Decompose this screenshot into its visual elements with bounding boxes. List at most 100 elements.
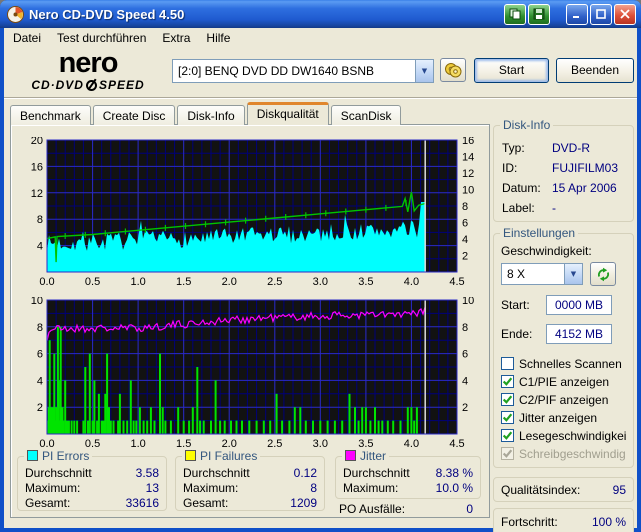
nero-logo: nero CD·DVD SPEED bbox=[12, 47, 164, 92]
end-mb-input[interactable]: 4152 MB bbox=[546, 324, 612, 344]
minimize-button[interactable] bbox=[566, 3, 588, 25]
po-failures-row: PO Ausfälle: 0 bbox=[335, 502, 481, 516]
pi-errors-chart: 481216202468101214160.0 0.5 1.0 1.5 2.0 2.5 3.… bbox=[31, 137, 475, 288]
quality-index-label: Qualitätsindex: bbox=[501, 482, 581, 497]
svg-text:16: 16 bbox=[31, 161, 43, 173]
save-button[interactable] bbox=[528, 3, 550, 25]
checkbox-box[interactable] bbox=[501, 393, 514, 406]
jitter-label: Durchschnitt bbox=[343, 466, 410, 480]
svg-text:3.5: 3.5 bbox=[358, 276, 373, 288]
jitter-row: Maximum: 10.0 % bbox=[343, 481, 473, 495]
refresh-icon bbox=[597, 267, 609, 281]
check-icon bbox=[502, 377, 513, 386]
svg-text:4: 4 bbox=[462, 375, 468, 387]
disk-info-label: ID: bbox=[502, 161, 518, 175]
checkbox-jitter-anzeigen[interactable]: Jitter anzeigen bbox=[501, 410, 626, 425]
close-button[interactable] bbox=[614, 3, 636, 25]
copy-button[interactable] bbox=[504, 3, 526, 25]
svg-text:6: 6 bbox=[462, 349, 468, 361]
checkbox-schnelles-scannen[interactable]: Schnelles Scannen bbox=[501, 356, 626, 371]
po-failures-label: PO Ausfälle: bbox=[339, 502, 406, 516]
checkbox-label: Lesegeschwindigkeit a bbox=[519, 428, 626, 443]
disk-info-row: Datum: 15 Apr 2006 bbox=[502, 178, 625, 198]
tab-disk-info[interactable]: Disk-Info bbox=[177, 105, 245, 125]
end-mb-label: Ende: bbox=[501, 327, 533, 341]
maximize-icon bbox=[596, 9, 606, 19]
svg-text:1.0: 1.0 bbox=[130, 276, 145, 288]
svg-text:4: 4 bbox=[37, 375, 43, 387]
menu-item-hilfe[interactable]: Hilfe bbox=[206, 31, 230, 45]
svg-text:0.5: 0.5 bbox=[85, 276, 100, 288]
po-failures-value: 0 bbox=[466, 502, 473, 516]
speed-select[interactable]: 8 X ▼ bbox=[501, 263, 583, 285]
pi-errors-value: 13 bbox=[145, 481, 159, 495]
svg-text:16: 16 bbox=[462, 137, 474, 147]
disc-options-button[interactable] bbox=[440, 58, 466, 82]
tab-diskqualit-t[interactable]: Diskqualität bbox=[246, 102, 329, 125]
checkbox-c1-pie-anzeigen[interactable]: C1/PIE anzeigen bbox=[501, 374, 626, 389]
svg-text:6: 6 bbox=[462, 218, 468, 230]
start-button[interactable]: Start bbox=[474, 58, 549, 83]
svg-text:8: 8 bbox=[37, 322, 43, 334]
disk-info-value: FUJIFILM03 bbox=[552, 161, 619, 175]
checkbox-label: Schreibgeschwindigkei bbox=[519, 446, 626, 461]
pi-failures-row: Gesamt: 1209 bbox=[183, 496, 317, 510]
progress-value: 100 % bbox=[591, 515, 626, 529]
pi-failures-label: Gesamt: bbox=[183, 496, 229, 510]
pi-errors-row: Durchschnitt 3.58 bbox=[25, 466, 159, 480]
svg-text:10: 10 bbox=[462, 185, 474, 197]
pi-failures-value: 0.12 bbox=[293, 466, 317, 480]
checkbox-label: C2/PIF anzeigen bbox=[519, 392, 609, 407]
menu-item-datei[interactable]: Datei bbox=[13, 31, 41, 45]
chevron-down-icon[interactable]: ▼ bbox=[415, 60, 433, 82]
logo-sub-right: SPEED bbox=[98, 78, 145, 92]
pi-failures-row: Durchschnitt 0.12 bbox=[183, 466, 317, 480]
pi-errors-value: 33616 bbox=[125, 496, 159, 510]
tab-scandisk[interactable]: ScanDisk bbox=[330, 105, 402, 125]
svg-text:3.0: 3.0 bbox=[313, 438, 328, 450]
quit-button[interactable]: Beenden bbox=[556, 58, 634, 83]
logo-text: nero bbox=[58, 47, 119, 79]
svg-text:4: 4 bbox=[462, 234, 468, 246]
pi-failures-panel: PI Failures Durchschnitt 0.12 Maximum: 8 Ges… bbox=[175, 449, 325, 511]
svg-text:4.5: 4.5 bbox=[449, 276, 464, 288]
quality-index-panel: Qualitätsindex: 95 bbox=[493, 477, 634, 502]
chevron-down-icon[interactable]: ▼ bbox=[564, 264, 582, 284]
pi-failures-title: PI Failures bbox=[200, 449, 258, 463]
disk-info-label: Typ: bbox=[502, 141, 525, 155]
maximize-button[interactable] bbox=[590, 3, 612, 25]
main-area: Benchmark Create Disc Disk-Info Diskqualitä… bbox=[4, 98, 637, 532]
checkbox-c2-pif-anzeigen[interactable]: C2/PIF anzeigen bbox=[501, 392, 626, 407]
logo-sub-left: CD·DVD bbox=[31, 78, 84, 92]
svg-text:4.5: 4.5 bbox=[449, 438, 464, 450]
checkbox-lesegeschwindigkeit-a[interactable]: Lesegeschwindigkeit a bbox=[501, 428, 626, 443]
app-window: Nero CD-DVD Speed 4.50 Datei Test durchfü… bbox=[0, 0, 641, 532]
svg-text:2.5: 2.5 bbox=[267, 276, 282, 288]
check-icon bbox=[502, 431, 513, 440]
checkbox-box[interactable] bbox=[501, 411, 514, 424]
window-title: Nero CD-DVD Speed 4.50 bbox=[29, 6, 185, 22]
refresh-button[interactable] bbox=[590, 262, 616, 286]
svg-text:2.5: 2.5 bbox=[267, 438, 282, 450]
tab-benchmark[interactable]: Benchmark bbox=[10, 105, 91, 125]
drive-select[interactable]: [2:0] BENQ DVD DD DW1640 BSNB ▼ bbox=[172, 59, 434, 83]
pi-errors-panel: PI Errors Durchschnitt 3.58 Maximum: 13 Gesa… bbox=[17, 449, 167, 511]
menu-item-extra[interactable]: Extra bbox=[162, 31, 190, 45]
svg-text:12: 12 bbox=[462, 168, 474, 180]
progress-panel: Fortschritt:100 %Position:4151 MBGeschwi… bbox=[493, 508, 634, 532]
svg-text:20: 20 bbox=[31, 137, 43, 147]
disc-slash-icon bbox=[85, 79, 97, 91]
checkbox-box[interactable] bbox=[501, 375, 514, 388]
pi-failures-value: 1209 bbox=[290, 496, 317, 510]
checkbox-box[interactable] bbox=[501, 429, 514, 442]
checkbox-box[interactable] bbox=[501, 357, 514, 370]
start-mb-input[interactable]: 0000 MB bbox=[546, 295, 612, 315]
menu-item-test-durchf-hren[interactable]: Test durchführen bbox=[57, 31, 146, 45]
svg-text:10: 10 bbox=[31, 297, 43, 307]
checkbox-schreibgeschwindigkei: Schreibgeschwindigkei bbox=[501, 446, 626, 461]
menu-bar: Datei Test durchführen Extra Hilfe bbox=[4, 28, 637, 48]
disk-info-label: Datum: bbox=[502, 181, 541, 195]
progress-label: Fortschritt: bbox=[501, 515, 558, 529]
tab-create-disc[interactable]: Create Disc bbox=[92, 105, 176, 125]
start-mb-label: Start: bbox=[501, 298, 530, 312]
